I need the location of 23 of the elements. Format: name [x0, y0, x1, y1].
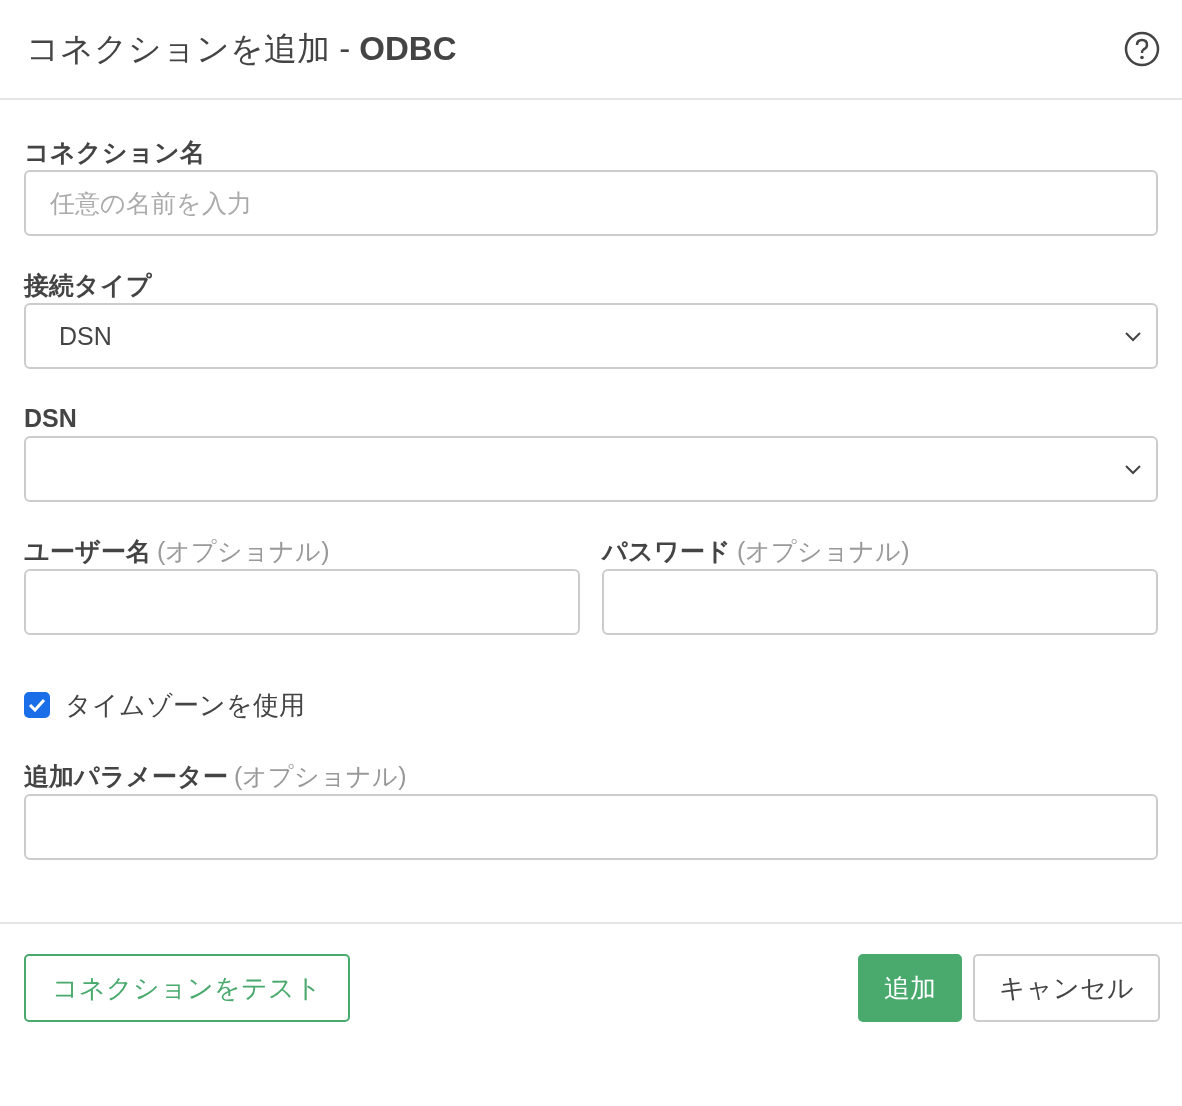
optional-note: (オプショナル) [157, 536, 330, 566]
field-label: 追加パラメーター [24, 761, 228, 791]
cancel-button[interactable]: キャンセル [973, 954, 1160, 1022]
field-label: パスワード [602, 536, 731, 566]
checkbox-label: タイムゾーンを使用 [65, 688, 305, 722]
select-field[interactable]: DSN [24, 303, 1158, 369]
chevron-down-icon [1124, 330, 1142, 342]
checkbox[interactable] [24, 692, 50, 718]
chevron-down-icon [1124, 463, 1142, 475]
field-label: 接続タイプ [24, 270, 152, 300]
checkmark-icon [28, 698, 46, 712]
select-field[interactable] [24, 436, 1158, 502]
input-field[interactable] [24, 794, 1158, 860]
input-field[interactable] [602, 569, 1158, 635]
field-label: DSN [24, 403, 77, 433]
optional-note: (オプショナル) [234, 761, 407, 791]
input-field[interactable] [24, 569, 580, 635]
optional-note: (オプショナル) [737, 536, 910, 566]
field-label: コネクション名 [24, 137, 205, 167]
help-icon[interactable] [1124, 31, 1160, 67]
input-field[interactable]: 任意の名前を入力 [24, 170, 1158, 236]
dialog-title: コネクションを追加 - ODBC [26, 28, 457, 69]
field-label: ユーザー名 [24, 536, 151, 566]
